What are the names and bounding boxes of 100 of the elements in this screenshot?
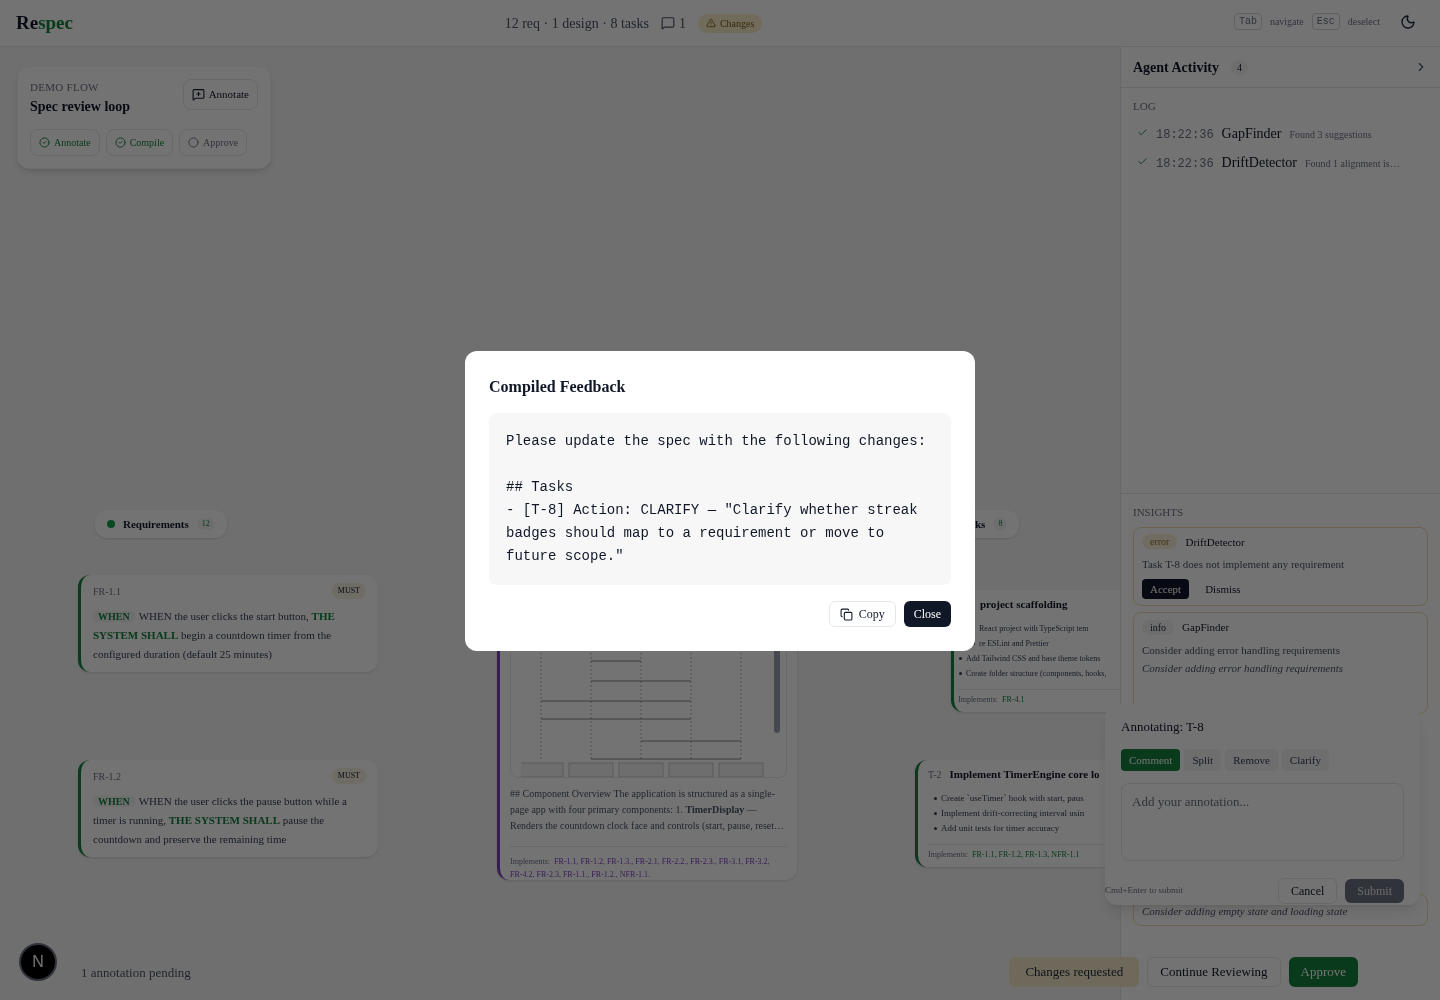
insight-text: Task T-8 does not implement any requirement <box>1142 557 1346 572</box>
comments-counter[interactable]: 1 <box>660 12 686 34</box>
dialog-title: Compiled Feedback <box>489 377 627 398</box>
count-badge: 4 <box>1230 59 1248 75</box>
annotate-button[interactable]: Annotate <box>182 79 258 110</box>
step-button[interactable]: Approve <box>179 128 248 156</box>
card-eyebrow: DEMO FLOW <box>30 80 100 95</box>
implements-label: Implements: <box>510 857 550 866</box>
requirement-link[interactable]: FR-1.1, <box>554 857 579 866</box>
approve-button[interactable]: Approve <box>1288 957 1358 987</box>
group-label: ks <box>975 516 986 532</box>
task-step: Create folder structure (components, hooks, <box>966 665 1107 681</box>
review-status: Changes requested <box>1009 957 1140 987</box>
requirement-link[interactable]: FR-1.1, <box>972 849 997 859</box>
log-time: 18:22:36 <box>1156 155 1214 173</box>
cancel-button[interactable]: Cancel <box>1278 878 1338 904</box>
agent-name: GapFinder <box>1182 620 1230 635</box>
copy-button[interactable]: Copy <box>828 601 896 627</box>
task-id: T-2 <box>928 767 942 782</box>
requirement-link[interactable]: FR-1.2., <box>591 870 618 879</box>
task-title: Implement TimerEngine core lo <box>949 767 1100 782</box>
requirement-link[interactable]: FR-1.1., <box>562 870 590 879</box>
requirement-link[interactable]: FR-4.2, <box>510 870 535 879</box>
popover-title: Annotating: T-8 <box>1121 718 1205 736</box>
section-label: INSIGHTS <box>1133 505 1185 520</box>
count-badge: 8 <box>993 518 1008 530</box>
mode-tab[interactable]: Comment <box>1121 748 1181 771</box>
requirement-link[interactable]: FR-1.2, <box>580 857 605 866</box>
dismiss-button[interactable]: Dismiss <box>1197 578 1249 599</box>
step-button[interactable]: Compile <box>105 128 174 156</box>
implements-label: Implements: <box>958 694 998 704</box>
agent-name: DriftDetector <box>1185 534 1245 550</box>
requirement-link[interactable]: FR-4.1 <box>1002 694 1025 704</box>
task-step: Implement drift-correcting interval usin <box>941 805 1085 821</box>
insight-note: Consider adding empty state and loading state <box>1142 903 1349 919</box>
requirement-link[interactable]: FR-3.1, <box>718 857 744 866</box>
agent-name: DriftDetector <box>1221 153 1298 172</box>
log-message: Found 1 alignment is… <box>1305 156 1400 171</box>
task-step: Add Tailwind CSS and base theme tokens <box>966 650 1101 666</box>
requirement-link[interactable]: FR-1.2, <box>998 849 1023 859</box>
requirement-text: WHEN WHEN the user clicks the start button, THE SYSTEM SHALL begin a countdown timer from the configured duration (default 25 minutes) <box>93 609 336 662</box>
panel-title: Agent Activity <box>1133 58 1219 77</box>
count-badge: 12 <box>196 518 215 530</box>
feedback-text: Please update the spec with the following changes: ## Tasks - [T-8] Action: CLARIFY — "Clarify whether streak badges should map to a requirement or move to future scope." <box>489 413 951 585</box>
pending-status: 1 annotation pending <box>81 964 191 982</box>
comment-plus-icon <box>191 87 205 101</box>
section-label: LOG <box>1133 99 1157 114</box>
requirement-card[interactable]: FR-1.1 MUST WHEN WHEN the user clicks the start button, THE SYSTEM SHALL begin a countdown timer from the configured duration (default 25 minutes) <box>78 575 378 672</box>
requirement-link[interactable]: FR-2.3., <box>690 857 717 866</box>
card-title: Spec review loop <box>30 97 131 116</box>
requirement-link[interactable]: NFR-1.1. <box>619 870 651 879</box>
task-step: React project with TypeScript tem <box>979 620 1089 636</box>
agent-name: GapFinder <box>1221 124 1282 143</box>
requirement-id: FR-1.2 <box>93 769 122 784</box>
comment-icon <box>660 16 675 30</box>
status-badge: Changes <box>697 13 763 33</box>
requirement-link[interactable]: NFR-1.1 <box>1051 849 1080 859</box>
priority-badge: MUST <box>331 583 366 599</box>
key-hint-label: deselect <box>1347 15 1380 29</box>
task-title: project scaffolding <box>980 597 1068 612</box>
spec-stats: 12 req · 1 design · 8 tasks <box>504 14 649 33</box>
severity-badge: info <box>1142 619 1175 635</box>
theme-toggle-icon[interactable] <box>1400 13 1416 30</box>
requirement-link[interactable]: FR-2.3, <box>536 870 561 879</box>
key-hint: Tab <box>1233 13 1262 30</box>
requirement-link[interactable]: FR-1.3, <box>1024 849 1050 859</box>
requirement-link[interactable]: FR-2.2., <box>661 857 689 866</box>
requirement-link[interactable]: FR-3.2, <box>745 857 770 866</box>
continue-reviewing-button[interactable]: Continue Reviewing <box>1147 957 1281 987</box>
task-step: Add unit tests for timer accuracy <box>941 820 1060 836</box>
insight-note: Consider adding error handling requirements <box>1142 661 1345 676</box>
severity-badge: error <box>1142 534 1178 550</box>
mode-tab[interactable]: Clarify <box>1281 748 1330 771</box>
task-step: re ESLint and Prettier <box>979 635 1049 651</box>
requirement-text: WHEN WHEN the user clicks the pause button while a timer is running, THE SYSTEM SHALL pause the countdown and preserve the remaining time <box>93 794 348 847</box>
task-step: Create `useTimer` hook with start, paus <box>941 790 1084 806</box>
group-pill[interactable]: Requirements 12 <box>95 510 227 538</box>
warning-icon <box>705 18 716 28</box>
log-time: 18:22:36 <box>1156 126 1214 144</box>
design-summary: ## Component Overview The application is structured as a single-page app with four primary components: 1. TimerDisplay — Renders the countdown clock face and controls (start, pause, reset… <box>510 787 786 833</box>
group-label: Requirements <box>123 516 189 532</box>
requirement-card[interactable]: FR-1.2 MUST WHEN WHEN the user clicks the pause button while a timer is running, THE SYSTEM SHALL pause the countdown and preserve the remaining time <box>78 760 378 857</box>
task-card[interactable]: project scaffolding React project with TypeScript tem re ESLint and Prettier Add Tailwind CSS and base theme tokens Create folder structure (components, hooks, Implements: FR-4.1 <box>951 590 1120 712</box>
key-hint: Esc <box>1311 13 1340 30</box>
user-avatar[interactable]: N <box>19 943 57 981</box>
annotation-input[interactable]: Add your annotation... <box>1121 783 1404 861</box>
requirement-id: FR-1.1 <box>93 584 122 599</box>
requirement-link[interactable]: FR-1.3., <box>606 857 634 866</box>
insight-text: Consider adding error handling requirements <box>1142 642 1341 658</box>
priority-badge: MUST <box>331 768 366 784</box>
key-hint-label: navigate <box>1269 15 1304 29</box>
mode-tab[interactable]: Split <box>1184 748 1222 771</box>
implements-label: Implements: <box>928 849 968 859</box>
copy-icon <box>839 607 853 621</box>
app-logo[interactable]: Respec <box>16 8 73 38</box>
mode-tab[interactable]: Remove <box>1225 748 1278 771</box>
step-button[interactable]: Annotate <box>30 128 100 156</box>
close-button[interactable]: Close <box>903 601 951 627</box>
requirement-link[interactable]: FR-2.1, <box>635 857 660 866</box>
accept-button[interactable]: Accept <box>1142 578 1190 599</box>
